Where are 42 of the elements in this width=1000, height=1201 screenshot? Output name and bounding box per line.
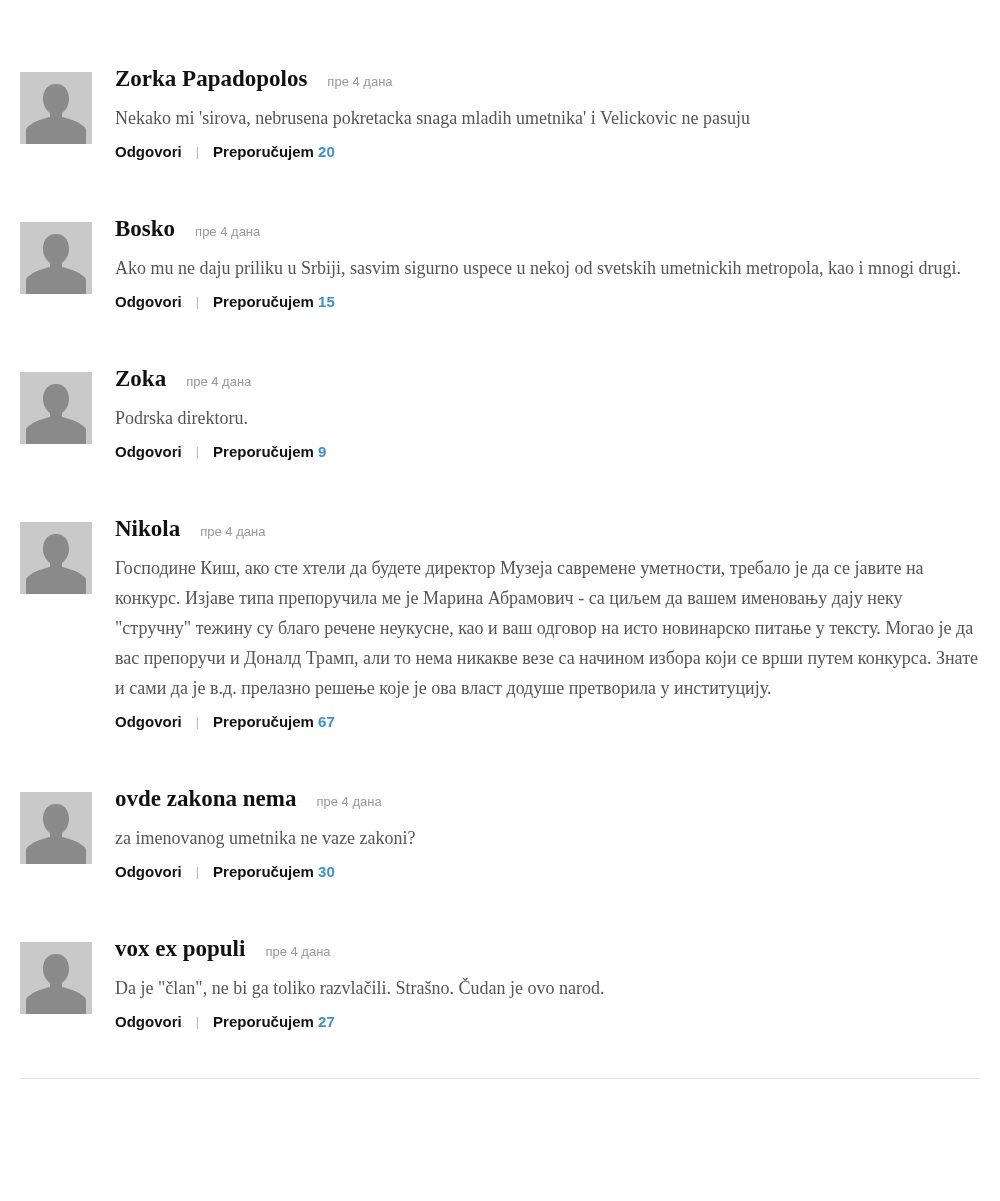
author-name: Zoka [115, 365, 167, 393]
recommend-link[interactable]: Preporučujem 9 [213, 440, 327, 463]
avatar-icon [20, 222, 92, 294]
reply-link[interactable]: Odgovori [115, 140, 182, 163]
separator: | [195, 143, 200, 161]
author-name: ovde zakona nema [115, 785, 297, 813]
avatar-icon [20, 72, 92, 144]
comment-text: Nekako mi 'sirova, nebrusena pokretacka snaga mladih umetnika' i Velickovic ne pasuju [115, 106, 751, 130]
comment-text: za imenovanog umetnika ne vaze zakoni? [115, 826, 417, 850]
comment-time: пре 4 дана [186, 373, 252, 391]
reply-link[interactable]: Odgovori [115, 1010, 182, 1033]
recommend-link[interactable]: Preporučujem 15 [213, 290, 335, 313]
comment-time: пре 4 дана [327, 73, 393, 91]
comment-time: пре 4 дана [195, 223, 261, 241]
comment-text: Ako mu ne daju priliku u Srbiji, sasvim sigurno uspece u nekoj od svetskih umetnickih metropola, kao i mnogi drugi. [115, 256, 962, 280]
avatar-icon [20, 942, 92, 1014]
comment-time: пре 4 дана [200, 523, 266, 541]
comment-text: Podrska direktoru. [115, 406, 249, 430]
avatar-icon [20, 522, 92, 594]
comment-text: Господине Киш, ако сте хтели да будете директор Музеја савремене уметности, требало је да се јавите на конкурс. Изјаве типа препоручила ме је Марина Абрамович - са циљем да вашем именовању дају неку "стручну" тежину су благо речене неукусне, као и ваш одговор на исто новинарско питање у тексту. Могао је да вас препоручи и Доналд Трамп, али то нема никакве везе са начином избора који се врши путем конкурса. Знате и сами да је в.д. прелазно решење које је ова власт додуше претворила у институцију. [115, 556, 979, 700]
comment-time: пре 4 дана [316, 793, 382, 811]
reply-link[interactable]: Odgovori [115, 440, 182, 463]
separator: | [195, 1013, 200, 1031]
avatar-icon [20, 372, 92, 444]
reply-link[interactable]: Odgovori [115, 860, 182, 883]
reply-link[interactable]: Odgovori [115, 290, 182, 313]
separator: | [195, 863, 200, 881]
author-name: vox ex populi [115, 935, 246, 963]
author-name: Nikola [115, 515, 181, 543]
recommend-link[interactable]: Preporučujem 30 [213, 860, 335, 883]
recommend-link[interactable]: Preporučujem 27 [213, 1010, 335, 1033]
recommend-link[interactable]: Preporučujem 67 [213, 710, 335, 733]
comment-time: пре 4 дана [265, 943, 331, 961]
author-name: Bosko [115, 215, 176, 243]
separator: | [195, 443, 200, 461]
reply-link[interactable]: Odgovori [115, 710, 182, 733]
comment-text: Da je "član", ne bi ga toliko razvlačili. Strašno. Čudan je ovo narod. [115, 976, 606, 1000]
separator: | [195, 293, 200, 311]
recommend-link[interactable]: Preporučujem 20 [213, 140, 335, 163]
separator: | [195, 713, 200, 731]
avatar-icon [20, 792, 92, 864]
author-name: Zorka Papadopolos [115, 65, 308, 93]
